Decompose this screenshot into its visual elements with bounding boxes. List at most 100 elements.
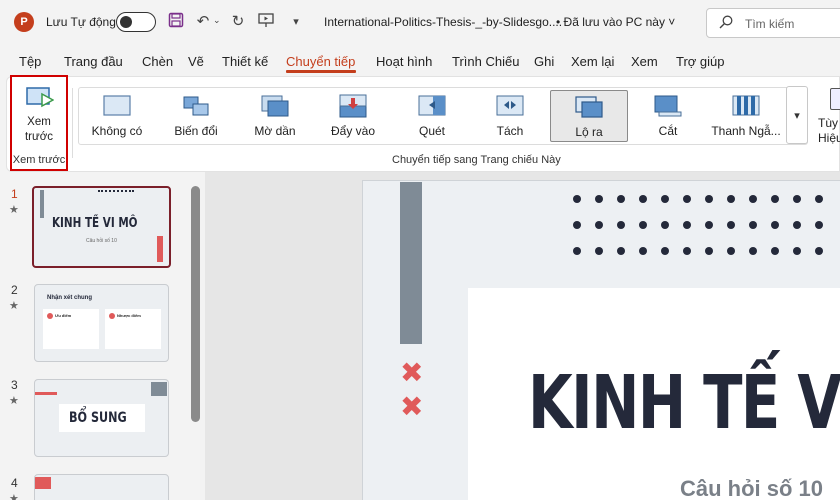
effect-options-label-line1: Tùy [818, 116, 839, 130]
tab-home[interactable]: Trang đầu [64, 54, 123, 69]
search-icon [719, 15, 733, 29]
animation-star-icon: ★ [9, 300, 19, 312]
tab-slideshow[interactable]: Trình Chiếu [452, 54, 519, 69]
animation-star-icon: ★ [9, 204, 19, 216]
tab-draw[interactable]: Vẽ [188, 54, 204, 69]
document-title[interactable]: International-Politics-Thesis-_-by-Slide… [324, 15, 562, 29]
thumb-dots [98, 190, 134, 196]
title-bar: P Lưu Tự động ↶ ⌄ ↻ ▾ International-Poli… [0, 0, 840, 44]
slide-title[interactable]: KINH TẾ VI [528, 360, 840, 446]
slide-thumbnail-1[interactable]: KINH TẾ VI MÔ Câu hỏi số 10 [32, 186, 171, 268]
powerpoint-logo-icon: P [14, 12, 34, 32]
slide-decor-bar [400, 182, 422, 344]
customize-toolbar-icon[interactable]: ▾ [286, 12, 306, 32]
transition-morph[interactable]: Biến đổi [166, 90, 226, 142]
wipe-transition-icon [418, 95, 446, 116]
thumb-title: KINH TẾ VI MÔ [52, 216, 138, 231]
transition-cut[interactable]: Cắt [646, 90, 690, 142]
preview-icon [26, 87, 54, 108]
ribbon-divider [72, 88, 73, 158]
slide-subtitle[interactable]: Câu hỏi số 10 [680, 476, 823, 500]
effect-options-label[interactable]: Tùy Hiệu [818, 116, 840, 146]
thumb-accent [35, 392, 57, 395]
transition-push[interactable]: Đẩy vào [326, 90, 380, 142]
animation-star-icon: ★ [9, 493, 19, 500]
preview-button[interactable]: Xem trước Xem trước [10, 75, 68, 171]
save-icon[interactable] [166, 12, 186, 32]
transition-none[interactable]: Không có [84, 90, 150, 142]
thumbnail-number: 4 [11, 476, 18, 490]
transition-random-bars[interactable]: Thanh Ngẫ... [708, 90, 784, 142]
close-mark-icon: ✖ [400, 356, 424, 389]
thumb-bar [40, 190, 44, 218]
thumbnail-number: 1 [11, 187, 18, 201]
transition-fade[interactable]: Mờ dần [248, 90, 302, 142]
effect-options-label-line2: Hiệu [818, 131, 840, 145]
thumb-col1: Ưu điểm [55, 313, 72, 318]
reveal-transition-icon [575, 96, 603, 118]
animation-star-icon: ★ [9, 395, 19, 407]
autosave-label: Lưu Tự động [46, 15, 116, 29]
redo-icon[interactable]: ↻ [228, 12, 248, 32]
transition-reveal[interactable]: Lộ ra [550, 90, 628, 142]
tab-insert[interactable]: Chèn [142, 54, 173, 69]
thumb-col2: Nhược điểm [117, 313, 141, 318]
slide-thumbnail-4[interactable] [34, 474, 169, 500]
push-transition-icon [339, 94, 367, 118]
transition-label: Biến đổi [174, 124, 218, 138]
none-transition-icon [103, 95, 131, 116]
undo-dropdown-icon[interactable]: ⌄ [213, 15, 221, 26]
split-transition-icon [496, 95, 524, 116]
transition-label: Đẩy vào [330, 124, 376, 138]
cut-transition-icon [654, 95, 682, 117]
transition-split[interactable]: Tách [488, 90, 532, 142]
transition-label: Không có [91, 124, 143, 138]
tab-view[interactable]: Xem [631, 54, 658, 69]
thumb-title: BỔ SUNG [69, 410, 127, 426]
gallery-more-button[interactable]: ▾ [786, 86, 808, 144]
morph-transition-icon [183, 96, 209, 116]
tab-transitions[interactable]: Chuyển tiếp [286, 54, 355, 69]
search-placeholder: Tìm kiếm [745, 17, 795, 31]
close-mark-icon: ✖ [400, 390, 424, 423]
thumbnail-number: 3 [11, 378, 18, 392]
thumb-block [151, 382, 167, 396]
tab-help[interactable]: Trợ giúp [676, 54, 725, 69]
transition-label: Thanh Ngẫ... [711, 124, 781, 138]
random-bars-transition-icon [732, 95, 760, 116]
save-status[interactable]: • Đã lưu vào PC này ˅ [556, 15, 675, 29]
transition-label: Cắt [658, 124, 678, 138]
transition-label: Lộ ra [575, 125, 603, 139]
thumb-accent [35, 477, 51, 489]
transition-label: Mờ dần [254, 124, 296, 138]
autosave-toggle[interactable] [116, 12, 156, 32]
transition-wipe[interactable]: Quét [410, 90, 454, 142]
toggle-knob [120, 15, 132, 28]
fade-transition-icon [261, 95, 289, 117]
scrollbar-thumb[interactable] [191, 186, 200, 422]
tab-record[interactable]: Ghi [534, 54, 554, 69]
active-tab-indicator [286, 70, 356, 73]
search-input[interactable]: Tìm kiếm [706, 8, 840, 38]
tab-animations[interactable]: Hoạt hình [376, 54, 432, 69]
transition-label: Quét [418, 124, 445, 138]
undo-icon[interactable]: ↶ [193, 12, 213, 32]
thumb-subtitle: Câu hỏi số 10 [86, 238, 117, 244]
transitions-group-label: Chuyển tiếp sang Trang chiếu Này [392, 154, 561, 166]
ribbon-tabs: Tệp Trang đầu Chèn Vẽ Thiết kế Chuyển ti… [0, 44, 840, 76]
thumb-bullet [47, 313, 53, 319]
thumb-accent [157, 236, 163, 262]
slide-thumbnail-2[interactable]: Nhận xét chung Ưu điểm Nhược điểm [34, 284, 169, 362]
tab-file[interactable]: Tệp [19, 54, 41, 69]
preview-group-label: Xem trước [12, 154, 66, 166]
transition-label: Tách [496, 124, 524, 138]
tab-design[interactable]: Thiết kế [222, 54, 268, 69]
slide-thumbnail-3[interactable]: BỔ SUNG [34, 379, 169, 457]
tab-review[interactable]: Xem lại [571, 54, 614, 69]
thumbnail-number: 2 [11, 283, 18, 297]
preview-label: Xem trước [24, 116, 53, 143]
chevron-down-icon: ▾ [794, 110, 800, 122]
present-from-start-icon[interactable] [256, 12, 276, 32]
effect-options-icon[interactable] [830, 88, 840, 110]
thumb-bullet [109, 313, 115, 319]
